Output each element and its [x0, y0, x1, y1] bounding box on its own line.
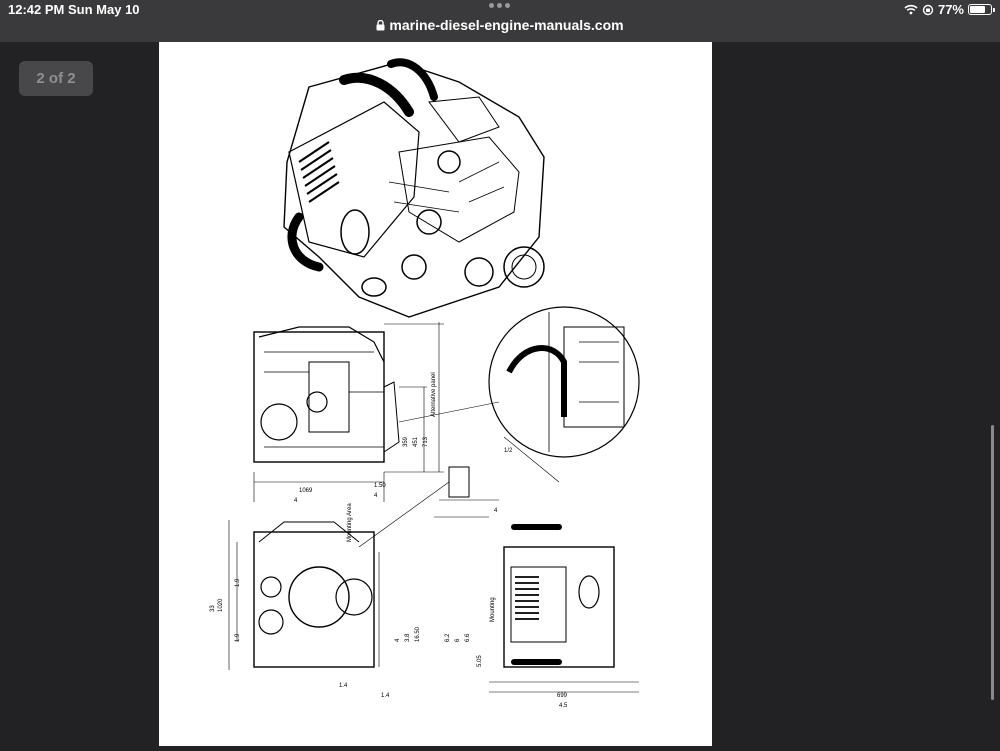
battery-percent: 77%	[937, 2, 964, 17]
multitasking-dots-icon[interactable]	[489, 3, 510, 8]
dimension-label: 1.50	[374, 483, 386, 489]
engine-rear-view: Mounting 699 4.5	[489, 524, 639, 709]
engine-front-view: 33 1020 1.9 1.9 4 3.8 16.50 6.2 6 6.6 5.…	[210, 503, 483, 699]
dimension-label: 1.4	[381, 693, 390, 699]
status-bar: 12:42 PM Sun May 10 marine-diesel-engine…	[0, 0, 1000, 42]
vertical-label: Mounting	[490, 597, 496, 622]
dimension-label: 4	[294, 498, 298, 504]
dimension-label: 1/2	[504, 448, 513, 454]
page-counter: 2 of 2	[19, 61, 93, 96]
status-time: 12:42 PM	[8, 2, 65, 17]
scroll-indicator[interactable]	[991, 425, 994, 700]
small-detail-part	[358, 466, 499, 548]
dimension-label: 1.9	[235, 578, 241, 587]
dimension-label: 699	[557, 693, 568, 699]
engine-isometric-render	[283, 58, 545, 318]
dimension-label: 1.9	[235, 633, 241, 642]
dimension-label: 6.2	[445, 633, 451, 642]
status-indicators: 77%	[904, 2, 995, 17]
dimension-label: 713	[423, 436, 429, 447]
wifi-icon	[904, 4, 918, 15]
battery-icon	[968, 4, 995, 15]
dimension-label: 1020	[218, 598, 224, 612]
dimension-label: 6	[455, 638, 461, 642]
dimension-label: 359	[403, 436, 409, 447]
engine-drawing: 359 451 713 Alternative panel 1069 1.50 …	[210, 58, 640, 709]
dimension-label: 6.6	[465, 633, 471, 642]
lock-icon	[376, 20, 385, 31]
vertical-label: Mounting Area	[347, 503, 353, 542]
dimension-label: 16.50	[415, 626, 421, 642]
dimension-label: 3.8	[405, 633, 411, 642]
dimension-label: 451	[413, 436, 419, 447]
address-bar[interactable]: marine-diesel-engine-manuals.com	[0, 17, 1000, 33]
dimension-label: 4	[374, 493, 378, 499]
document-page[interactable]: 359 451 713 Alternative panel 1069 1.50 …	[159, 42, 712, 746]
dimension-label: 1069	[299, 488, 313, 494]
status-date: Sun May 10	[68, 2, 140, 17]
rotation-lock-icon	[922, 4, 934, 15]
dimension-label: 4	[395, 638, 401, 642]
engine-side-view: 359 451 713 Alternative panel 1069 1.50 …	[253, 322, 513, 514]
dimension-label: 33	[210, 605, 216, 612]
dimension-label: 4.5	[559, 703, 568, 709]
dimension-label: 4	[494, 508, 498, 514]
dimension-label: 5.05	[477, 655, 483, 667]
url-text[interactable]: marine-diesel-engine-manuals.com	[389, 17, 623, 33]
dimension-label: 1.4	[339, 683, 348, 689]
vertical-label: Alternative panel	[431, 372, 437, 417]
